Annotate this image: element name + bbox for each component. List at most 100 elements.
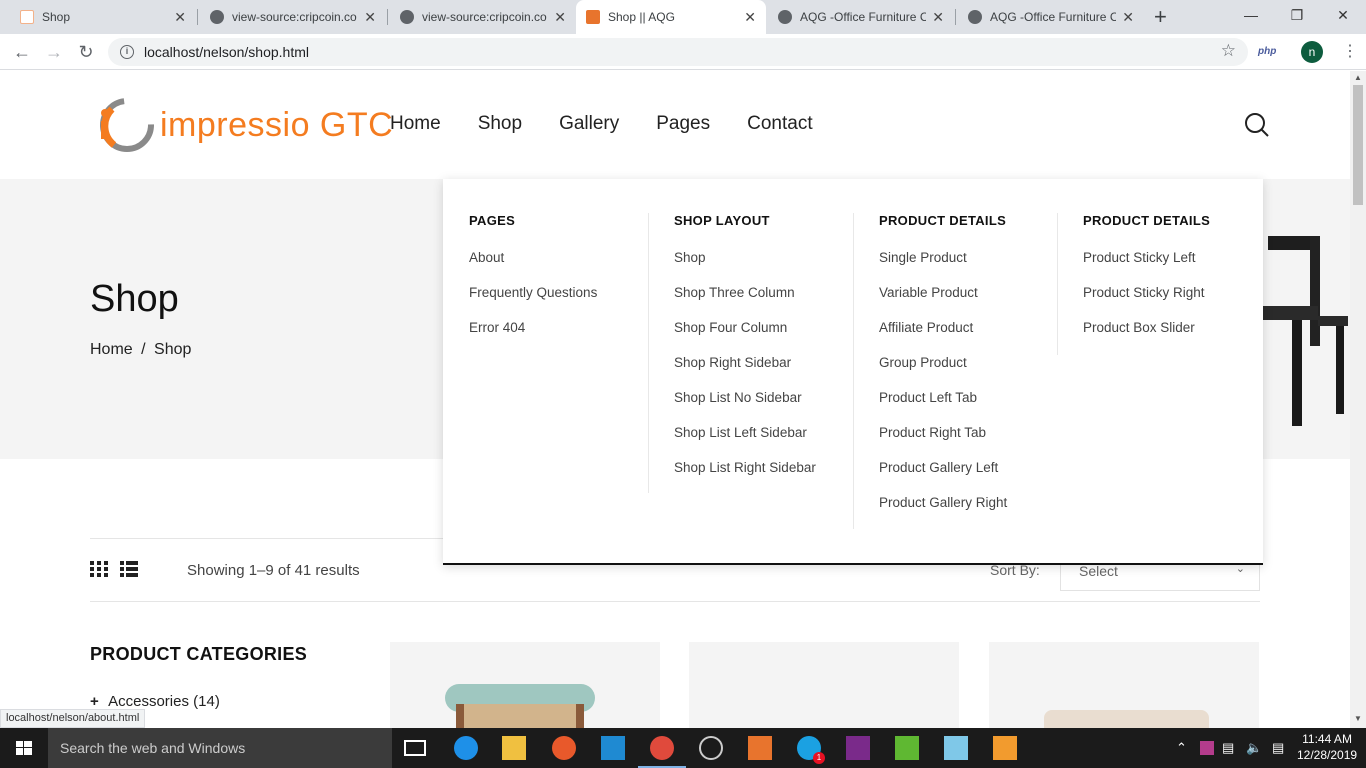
winrar-icon[interactable] <box>846 736 870 760</box>
mega-menu-link[interactable]: Shop List No Sidebar <box>674 390 816 425</box>
edge-browser-icon[interactable] <box>454 736 478 760</box>
nav-shop[interactable]: Shop <box>478 113 522 135</box>
back-arrow-icon[interactable]: ← <box>12 42 32 63</box>
category-item[interactable]: + Accessories (14) <box>90 693 220 710</box>
mega-menu-link[interactable]: Product Sticky Left <box>1083 250 1210 285</box>
system-clock[interactable]: 11:44 AM 12/28/2019 <box>1297 731 1357 763</box>
bookmark-star-icon[interactable]: ☆ <box>1221 41 1236 61</box>
mega-menu-link[interactable]: Group Product <box>879 355 1007 390</box>
atom-icon[interactable] <box>699 736 723 760</box>
action-center-icon[interactable]: ▤ <box>1272 740 1284 756</box>
product-card[interactable] <box>689 642 959 728</box>
mega-menu-link[interactable]: Frequently Questions <box>469 285 597 320</box>
globe-icon <box>968 10 982 24</box>
product-card[interactable] <box>390 642 660 728</box>
scrollbar-thumb[interactable] <box>1353 85 1363 205</box>
mega-menu-link[interactable]: Shop <box>674 250 816 285</box>
php-extension-icon[interactable]: php <box>1258 46 1276 57</box>
browser-tab[interactable]: view-source:cripcoin.co ✕ <box>200 0 386 34</box>
grid-view-icon[interactable] <box>90 561 108 577</box>
expand-plus-icon[interactable]: + <box>90 693 99 710</box>
product-image <box>445 684 595 728</box>
mega-menu-link[interactable]: Error 404 <box>469 320 597 355</box>
mega-menu-link[interactable]: About <box>469 250 597 285</box>
nav-pages[interactable]: Pages <box>656 113 710 135</box>
reload-icon[interactable]: ↻ <box>76 42 96 63</box>
clock-time: 11:44 AM <box>1302 732 1352 746</box>
nav-contact[interactable]: Contact <box>747 113 812 135</box>
browser-tab[interactable]: view-source:cripcoin.co ✕ <box>390 0 576 34</box>
url-bar[interactable]: i localhost/nelson/shop.html ☆ <box>108 38 1248 66</box>
tab-title: Shop || AQG <box>608 10 675 24</box>
nav-home[interactable]: Home <box>390 113 441 135</box>
mega-menu-column: PAGES About Frequently Questions Error 4… <box>469 213 597 355</box>
tray-chevron-up-icon[interactable]: ⌃ <box>1176 740 1187 756</box>
mega-menu-link[interactable]: Product Sticky Right <box>1083 285 1210 320</box>
browser-tab[interactable]: AQG -Office Furniture C ✕ <box>958 0 1144 34</box>
tab-divider <box>387 9 388 25</box>
mega-menu-column: PRODUCT DETAILS Product Sticky Left Prod… <box>1083 213 1210 355</box>
tab-close-icon[interactable]: ✕ <box>1122 9 1134 26</box>
volume-muted-icon[interactable]: 🔈 <box>1246 740 1262 756</box>
browser-tab[interactable]: AQG -Office Furniture C ✕ <box>768 0 954 34</box>
minimize-icon[interactable]: — <box>1228 0 1274 30</box>
new-tab-button[interactable]: + <box>1154 4 1167 30</box>
mega-menu-link[interactable]: Product Gallery Right <box>879 495 1007 530</box>
tab-close-icon[interactable]: ✕ <box>554 9 566 26</box>
results-count: Showing 1–9 of 41 results <box>187 562 360 579</box>
chrome-icon[interactable] <box>650 736 674 760</box>
restore-icon[interactable]: ❐ <box>1274 0 1320 30</box>
tray-app-icon[interactable] <box>1200 741 1214 755</box>
vscode-icon[interactable] <box>601 736 625 760</box>
mega-menu-link[interactable]: Product Right Tab <box>879 425 1007 460</box>
notification-badge: 1 <box>813 752 825 764</box>
logo-text: impressio GTC <box>160 105 394 144</box>
page-scrollbar[interactable]: ▲ ▼ <box>1350 71 1366 728</box>
info-icon[interactable]: i <box>120 45 134 59</box>
site-logo[interactable]: impressio GTC <box>92 95 393 155</box>
firefox-icon[interactable] <box>552 736 576 760</box>
main-nav: Home Shop Gallery Pages Contact <box>390 113 813 135</box>
mega-menu-link[interactable]: Shop List Left Sidebar <box>674 425 816 460</box>
product-card[interactable] <box>989 642 1259 728</box>
tab-close-icon[interactable]: ✕ <box>364 9 376 26</box>
kebab-menu-icon[interactable]: ⋮ <box>1342 41 1358 61</box>
list-view-icon[interactable] <box>120 561 138 577</box>
node-icon[interactable] <box>895 736 919 760</box>
mega-menu-link[interactable]: Product Gallery Left <box>879 460 1007 495</box>
xampp-icon[interactable] <box>748 736 772 760</box>
network-icon[interactable]: ▤ <box>1222 740 1234 756</box>
browser-tab[interactable]: Shop ✕ <box>10 0 196 34</box>
task-view-icon[interactable] <box>404 740 426 756</box>
window-close-icon[interactable]: ✕ <box>1320 0 1366 30</box>
mega-menu-link[interactable]: Affiliate Product <box>879 320 1007 355</box>
tab-close-icon[interactable]: ✕ <box>174 9 186 26</box>
nav-gallery[interactable]: Gallery <box>559 113 619 135</box>
skype-icon[interactable]: 1 <box>797 736 825 764</box>
sublime-text-icon[interactable] <box>993 736 1017 760</box>
file-explorer-icon[interactable] <box>502 736 526 760</box>
mega-menu-link[interactable]: Shop Four Column <box>674 320 816 355</box>
mega-menu-link[interactable]: Product Left Tab <box>879 390 1007 425</box>
scroll-down-icon[interactable]: ▼ <box>1354 714 1362 723</box>
breadcrumb-home[interactable]: Home <box>90 341 133 358</box>
forward-arrow-icon[interactable]: → <box>44 42 64 63</box>
tab-close-icon[interactable]: ✕ <box>744 9 756 26</box>
windows-start-icon[interactable] <box>0 728 48 768</box>
mega-menu-link[interactable]: Product Box Slider <box>1083 320 1210 355</box>
category-label[interactable]: Accessories (14) <box>108 693 220 710</box>
profile-avatar[interactable]: n <box>1301 41 1323 63</box>
mega-menu-link[interactable]: Shop Right Sidebar <box>674 355 816 390</box>
mega-menu-link[interactable]: Shop Three Column <box>674 285 816 320</box>
mega-menu-link[interactable]: Shop List Right Sidebar <box>674 460 816 495</box>
notes-app-icon[interactable] <box>944 736 968 760</box>
search-icon[interactable] <box>1244 112 1270 138</box>
mega-menu-link[interactable]: Single Product <box>879 250 1007 285</box>
globe-icon <box>210 10 224 24</box>
mega-menu-link[interactable]: Variable Product <box>879 285 1007 320</box>
taskbar-search-box[interactable]: Search the web and Windows <box>48 728 392 768</box>
tab-close-icon[interactable]: ✕ <box>932 9 944 26</box>
browser-tab-active[interactable]: Shop || AQG ✕ <box>576 0 766 34</box>
scroll-up-icon[interactable]: ▲ <box>1354 73 1362 82</box>
column-divider <box>853 213 854 529</box>
